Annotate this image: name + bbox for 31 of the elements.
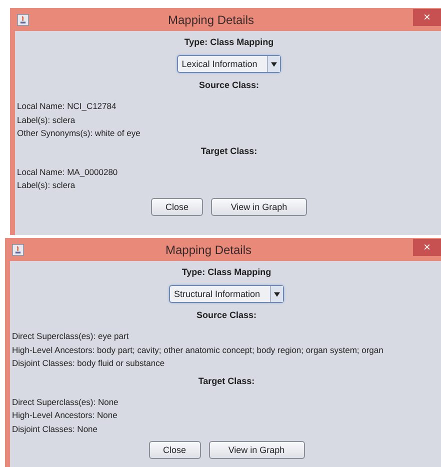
information-dropdown[interactable]: Lexical Information <box>176 55 282 73</box>
dialog-button[interactable]: View in Graph <box>208 441 304 459</box>
detail-text: Disjoint Classes: None <box>12 422 99 435</box>
section-heading: Target Class: <box>200 146 258 156</box>
detail-text: Label(s): sclera <box>17 114 76 126</box>
app-icon <box>17 14 29 26</box>
mapping-type-label: Type: Class Mapping <box>180 267 272 277</box>
detail-text: High-Level Ancestors: None <box>12 409 118 422</box>
detail-text: Local Name: MA_0000280 <box>17 166 119 178</box>
detail-text: Local Name: NCI_C12784 <box>17 100 118 112</box>
window-title: Mapping Details <box>164 242 253 256</box>
dialog-button[interactable]: View in Graph <box>211 198 307 216</box>
close-button[interactable]: × <box>413 238 441 256</box>
window-title: Mapping Details <box>166 12 256 26</box>
dialog-button[interactable]: Close <box>148 441 200 459</box>
section-heading: Source Class: <box>198 80 260 90</box>
section-heading: Source Class: <box>195 310 258 320</box>
detail-text: Other Synonyms(s): white of eye <box>17 127 142 140</box>
caret-icon <box>271 62 278 66</box>
app-icon <box>12 244 24 256</box>
dialog-button[interactable]: Close <box>151 198 203 216</box>
detail-text: Label(s): sclera <box>17 179 76 192</box>
detail-text: Disjoint Classes: body fluid or substance <box>12 357 166 370</box>
caret-icon <box>274 292 280 296</box>
detail-text: Direct Superclass(es): None <box>12 396 120 408</box>
mapping-type-label: Type: Class Mapping <box>183 37 275 47</box>
detail-text: Direct Superclass(es): eye part <box>12 330 130 342</box>
section-heading: Target Class: <box>197 376 256 386</box>
information-dropdown[interactable]: Structural Information <box>168 285 284 303</box>
close-button[interactable]: × <box>413 8 441 26</box>
detail-text: High-Level Ancestors: body part; cavity; other anatomic concept; body region; organ system; organ <box>12 344 384 356</box>
